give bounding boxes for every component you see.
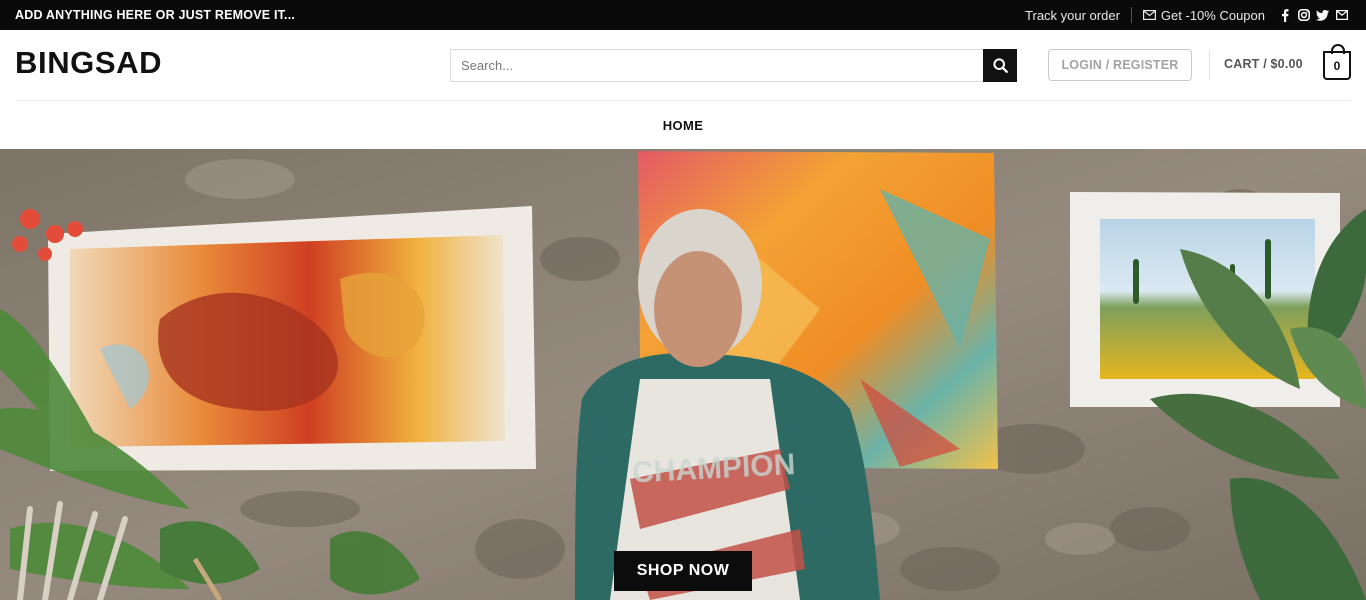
announcement-text: ADD ANYTHING HERE OR JUST REMOVE IT...: [15, 8, 296, 22]
shop-now-button[interactable]: SHOP NOW: [614, 551, 752, 591]
main-nav: HOME: [0, 101, 1366, 149]
site-header: BINGSAD LOGIN / REGISTER CART / $0.00 0: [0, 30, 1366, 100]
search-input[interactable]: [451, 50, 983, 81]
coupon-link[interactable]: Get -10% Coupon: [1142, 7, 1265, 23]
top-bar-links: Track your order Get -10% Coupon: [1025, 0, 1348, 30]
site-logo[interactable]: BINGSAD: [15, 45, 162, 81]
search-button[interactable]: [983, 49, 1017, 82]
envelope-icon: [1142, 10, 1156, 20]
login-register-button[interactable]: LOGIN / REGISTER: [1048, 49, 1192, 81]
hero-image: CHAMPION: [0, 149, 1366, 600]
top-bar: ADD ANYTHING HERE OR JUST REMOVE IT... T…: [0, 0, 1366, 30]
cart-count-badge[interactable]: 0: [1323, 44, 1351, 80]
facebook-icon[interactable]: [1278, 8, 1291, 22]
track-order-link[interactable]: Track your order: [1025, 8, 1120, 23]
nav-item-home[interactable]: HOME: [663, 118, 704, 133]
divider: [1209, 50, 1210, 80]
twitter-icon[interactable]: [1316, 9, 1329, 22]
social-links: [1278, 8, 1348, 22]
coupon-label: Get -10% Coupon: [1160, 7, 1265, 23]
divider: [1130, 7, 1132, 23]
email-icon[interactable]: [1335, 9, 1348, 22]
hero-banner: CHAMPION SHOP NOW: [0, 149, 1366, 600]
search-icon: [992, 58, 1008, 73]
search-form: [450, 49, 1017, 82]
instagram-icon[interactable]: [1297, 9, 1310, 22]
cart-link[interactable]: CART / $0.00: [1224, 57, 1303, 71]
